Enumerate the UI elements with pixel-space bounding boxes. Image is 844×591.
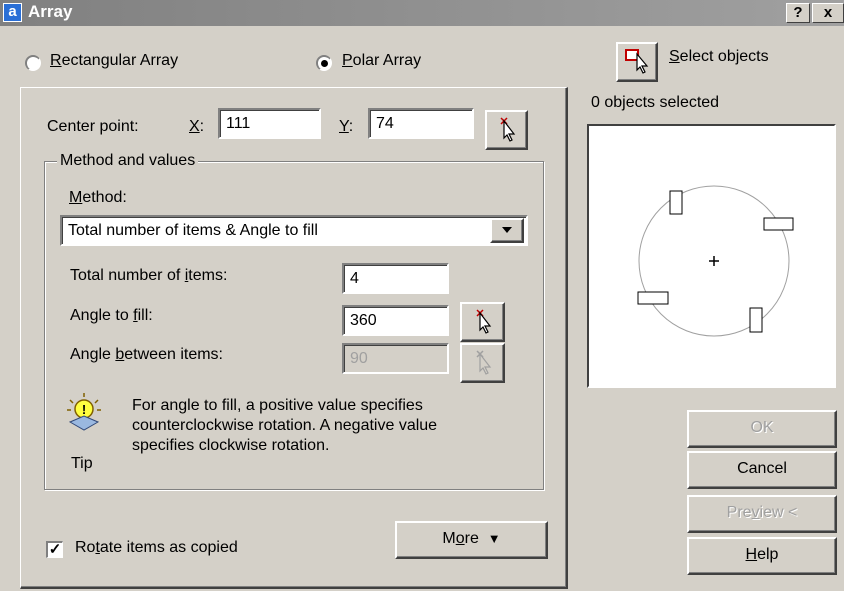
method-dropdown-button[interactable] xyxy=(490,218,524,243)
method-label: Method: xyxy=(69,189,127,206)
method-dropdown-value: Total number of items & Angle to fill xyxy=(68,222,318,239)
help-title-button[interactable]: ? xyxy=(786,3,810,23)
ok-button: OK xyxy=(687,410,837,448)
rotate-items-label[interactable]: Rotate items as copied xyxy=(75,539,238,557)
pick-point-icon xyxy=(475,350,491,375)
help-button[interactable]: Help xyxy=(687,537,837,575)
center-y-input[interactable]: 74 xyxy=(368,108,474,139)
center-y-label: Y: xyxy=(339,118,354,135)
tip-line-2: counterclockwise rotation. A negative va… xyxy=(132,417,438,434)
polar-array-radio[interactable] xyxy=(316,55,332,71)
pick-point-icon xyxy=(499,117,515,142)
array-preview xyxy=(587,124,836,388)
pick-center-point-button[interactable] xyxy=(485,110,528,150)
close-title-button[interactable]: x xyxy=(812,3,844,23)
objects-selected-status: 0 objects selected xyxy=(591,94,720,111)
total-items-input[interactable]: 4 xyxy=(342,263,449,294)
select-objects-label[interactable]: Select objects xyxy=(669,48,769,66)
pick-angle-to-fill-button[interactable] xyxy=(460,302,505,342)
chevron-down-icon xyxy=(502,227,512,233)
pick-angle-between-button xyxy=(460,343,505,383)
title-bar: a Array ? x xyxy=(0,0,844,26)
rotate-items-checkbox[interactable]: ✓ xyxy=(46,541,63,558)
tip-text: For angle to fill, a positive value spec… xyxy=(132,396,437,456)
method-values-title: Method and values xyxy=(57,152,199,170)
select-objects-icon xyxy=(625,49,649,74)
polar-preview-diagram xyxy=(637,185,794,337)
angle-to-fill-label: Angle to fill: xyxy=(70,307,153,324)
method-dropdown[interactable]: Total number of items & Angle to fill xyxy=(60,215,528,246)
total-items-label: Total number of items: xyxy=(70,267,228,284)
center-x-label: X: xyxy=(189,118,205,135)
autocad-app-icon: a xyxy=(3,3,22,22)
angle-between-input: 90 xyxy=(342,343,449,374)
svg-text:!: ! xyxy=(82,402,86,417)
angle-to-fill-input[interactable]: 360 xyxy=(342,305,449,336)
select-objects-button[interactable] xyxy=(616,42,658,82)
lightbulb-icon: ! xyxy=(64,392,104,434)
center-x-input[interactable]: 111 xyxy=(218,108,321,139)
cancel-button[interactable]: Cancel xyxy=(687,451,837,489)
tip-line-1: For angle to fill, a positive value spec… xyxy=(132,397,423,414)
window-title: Array xyxy=(28,2,73,21)
pick-point-icon xyxy=(475,309,491,334)
rectangular-array-label[interactable]: Rectangular Array xyxy=(50,52,178,70)
radio-selected-dot xyxy=(321,60,328,67)
angle-between-label: Angle between items: xyxy=(70,346,223,363)
rectangular-array-radio[interactable] xyxy=(25,55,41,71)
center-point-label: Center point: xyxy=(47,118,139,135)
chevron-down-icon: ▼ xyxy=(487,531,501,546)
polar-array-label[interactable]: Polar Array xyxy=(342,52,421,70)
tip-line-3: specifies clockwise rotation. xyxy=(132,437,330,454)
preview-button: Preview < xyxy=(687,495,837,533)
tip-label: Tip xyxy=(71,455,93,472)
more-button[interactable]: More ▼ xyxy=(395,521,548,559)
